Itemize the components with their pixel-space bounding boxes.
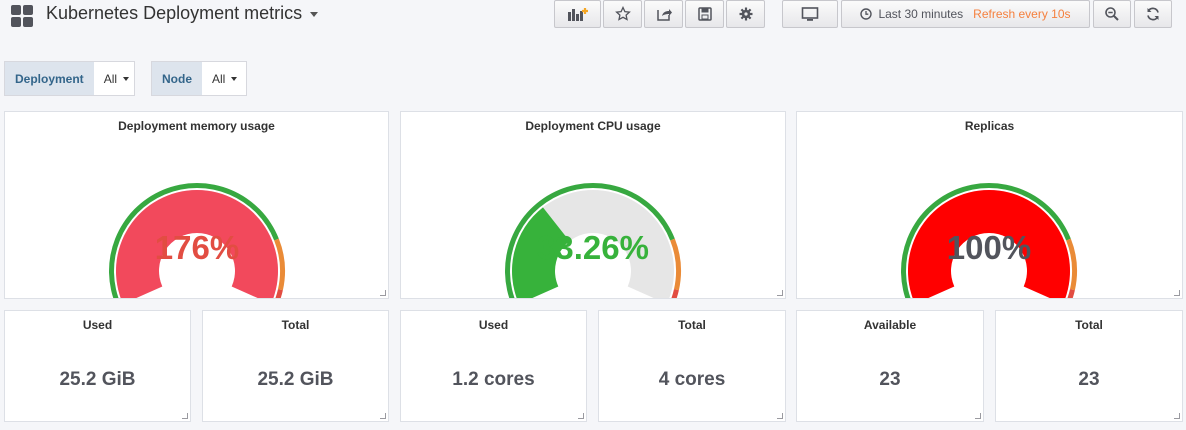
panel-replicas-gauge: Replicas 100% <box>796 111 1183 299</box>
panel-title[interactable]: Total <box>203 318 388 332</box>
stat-value: 25.2 GiB <box>59 369 136 390</box>
variable-deployment: Deployment All <box>4 61 135 96</box>
gauge-value-label: 100% <box>947 229 1031 266</box>
variable-node: Node All <box>151 61 247 96</box>
resize-handle[interactable] <box>380 290 386 296</box>
dashboard-grid-icon[interactable] <box>11 5 33 27</box>
panel-replicas-total: Total 23 <box>995 310 1183 422</box>
refresh-interval-label: Refresh every 10s <box>973 7 1071 21</box>
star-icon <box>614 6 631 21</box>
variable-label: Node <box>152 62 202 95</box>
resize-handle[interactable] <box>1174 413 1180 419</box>
caret-down-icon <box>123 76 130 81</box>
stat-value: 23 <box>1078 369 1100 390</box>
panel-title[interactable]: Available <box>797 318 983 332</box>
panel-replicas-available: Available 23 <box>796 310 984 422</box>
caret-down-icon <box>231 76 238 81</box>
panel-title[interactable]: Used <box>5 318 190 332</box>
resize-handle[interactable] <box>182 413 188 419</box>
gauge-value-label: 33.26% <box>537 229 649 266</box>
refresh-icon <box>1147 7 1159 21</box>
variable-value: All <box>212 71 226 86</box>
panel-title[interactable]: Total <box>996 318 1182 332</box>
clock-icon <box>860 8 873 20</box>
share-icon <box>656 9 672 21</box>
panel-cpu-total: Total 4 cores <box>598 310 786 422</box>
star-button[interactable] <box>603 0 642 28</box>
resize-handle[interactable] <box>975 413 981 419</box>
tv-mode-button[interactable] <box>782 0 838 28</box>
panel-title[interactable]: Used <box>401 318 586 332</box>
variable-select-node[interactable]: All <box>202 62 245 95</box>
time-picker-button[interactable]: Last 30 minutes Refresh every 10s <box>841 0 1090 28</box>
resize-handle[interactable] <box>777 413 783 419</box>
add-panel-button[interactable] <box>554 0 601 28</box>
top-navbar: Kubernetes Deployment metrics Last 30 mi… <box>0 0 1186 34</box>
resize-handle[interactable] <box>380 413 386 419</box>
refresh-button[interactable] <box>1134 0 1172 28</box>
panel-memory-used: Used 25.2 GiB <box>4 310 191 422</box>
gear-icon <box>739 7 752 21</box>
share-button[interactable] <box>644 0 683 28</box>
replicas-gauge: 100% <box>901 183 1077 298</box>
stat-value: 23 <box>879 369 901 390</box>
panel-cpu-used: Used 1.2 cores <box>400 310 587 422</box>
resize-handle[interactable] <box>578 413 584 419</box>
resize-handle[interactable] <box>777 290 783 296</box>
resize-handle[interactable] <box>1174 290 1180 296</box>
variable-value: All <box>103 71 118 86</box>
dashboard-title-dropdown[interactable]: Kubernetes Deployment metrics <box>46 3 319 24</box>
variable-select-deployment[interactable]: All <box>94 62 137 95</box>
add-panel-icon <box>567 8 588 21</box>
stat-value: 1.2 cores <box>452 369 535 390</box>
panel-memory-gauge: Deployment memory usage 176% <box>4 111 389 299</box>
dashboard-title: Kubernetes Deployment metrics <box>46 3 303 23</box>
save-button[interactable] <box>685 0 724 28</box>
stat-value: 25.2 GiB <box>257 369 334 390</box>
variable-label: Deployment <box>5 62 94 95</box>
cpu-gauge: 33.26% <box>505 183 681 298</box>
monitor-icon <box>801 7 819 21</box>
zoom-out-button[interactable] <box>1093 0 1131 28</box>
panel-cpu-gauge: Deployment CPU usage 33.26% <box>400 111 786 299</box>
stat-value: 4 cores <box>658 369 726 390</box>
memory-gauge: 176% <box>109 183 285 298</box>
panel-memory-total: Total 25.2 GiB <box>202 310 389 422</box>
save-icon <box>697 7 712 21</box>
time-range-label: Last 30 minutes <box>878 7 964 21</box>
gauge-value-label: 176% <box>155 229 239 266</box>
settings-button[interactable] <box>726 0 765 28</box>
panel-title[interactable]: Total <box>599 318 785 332</box>
caret-down-icon <box>310 11 319 17</box>
zoom-out-icon <box>1105 7 1119 21</box>
